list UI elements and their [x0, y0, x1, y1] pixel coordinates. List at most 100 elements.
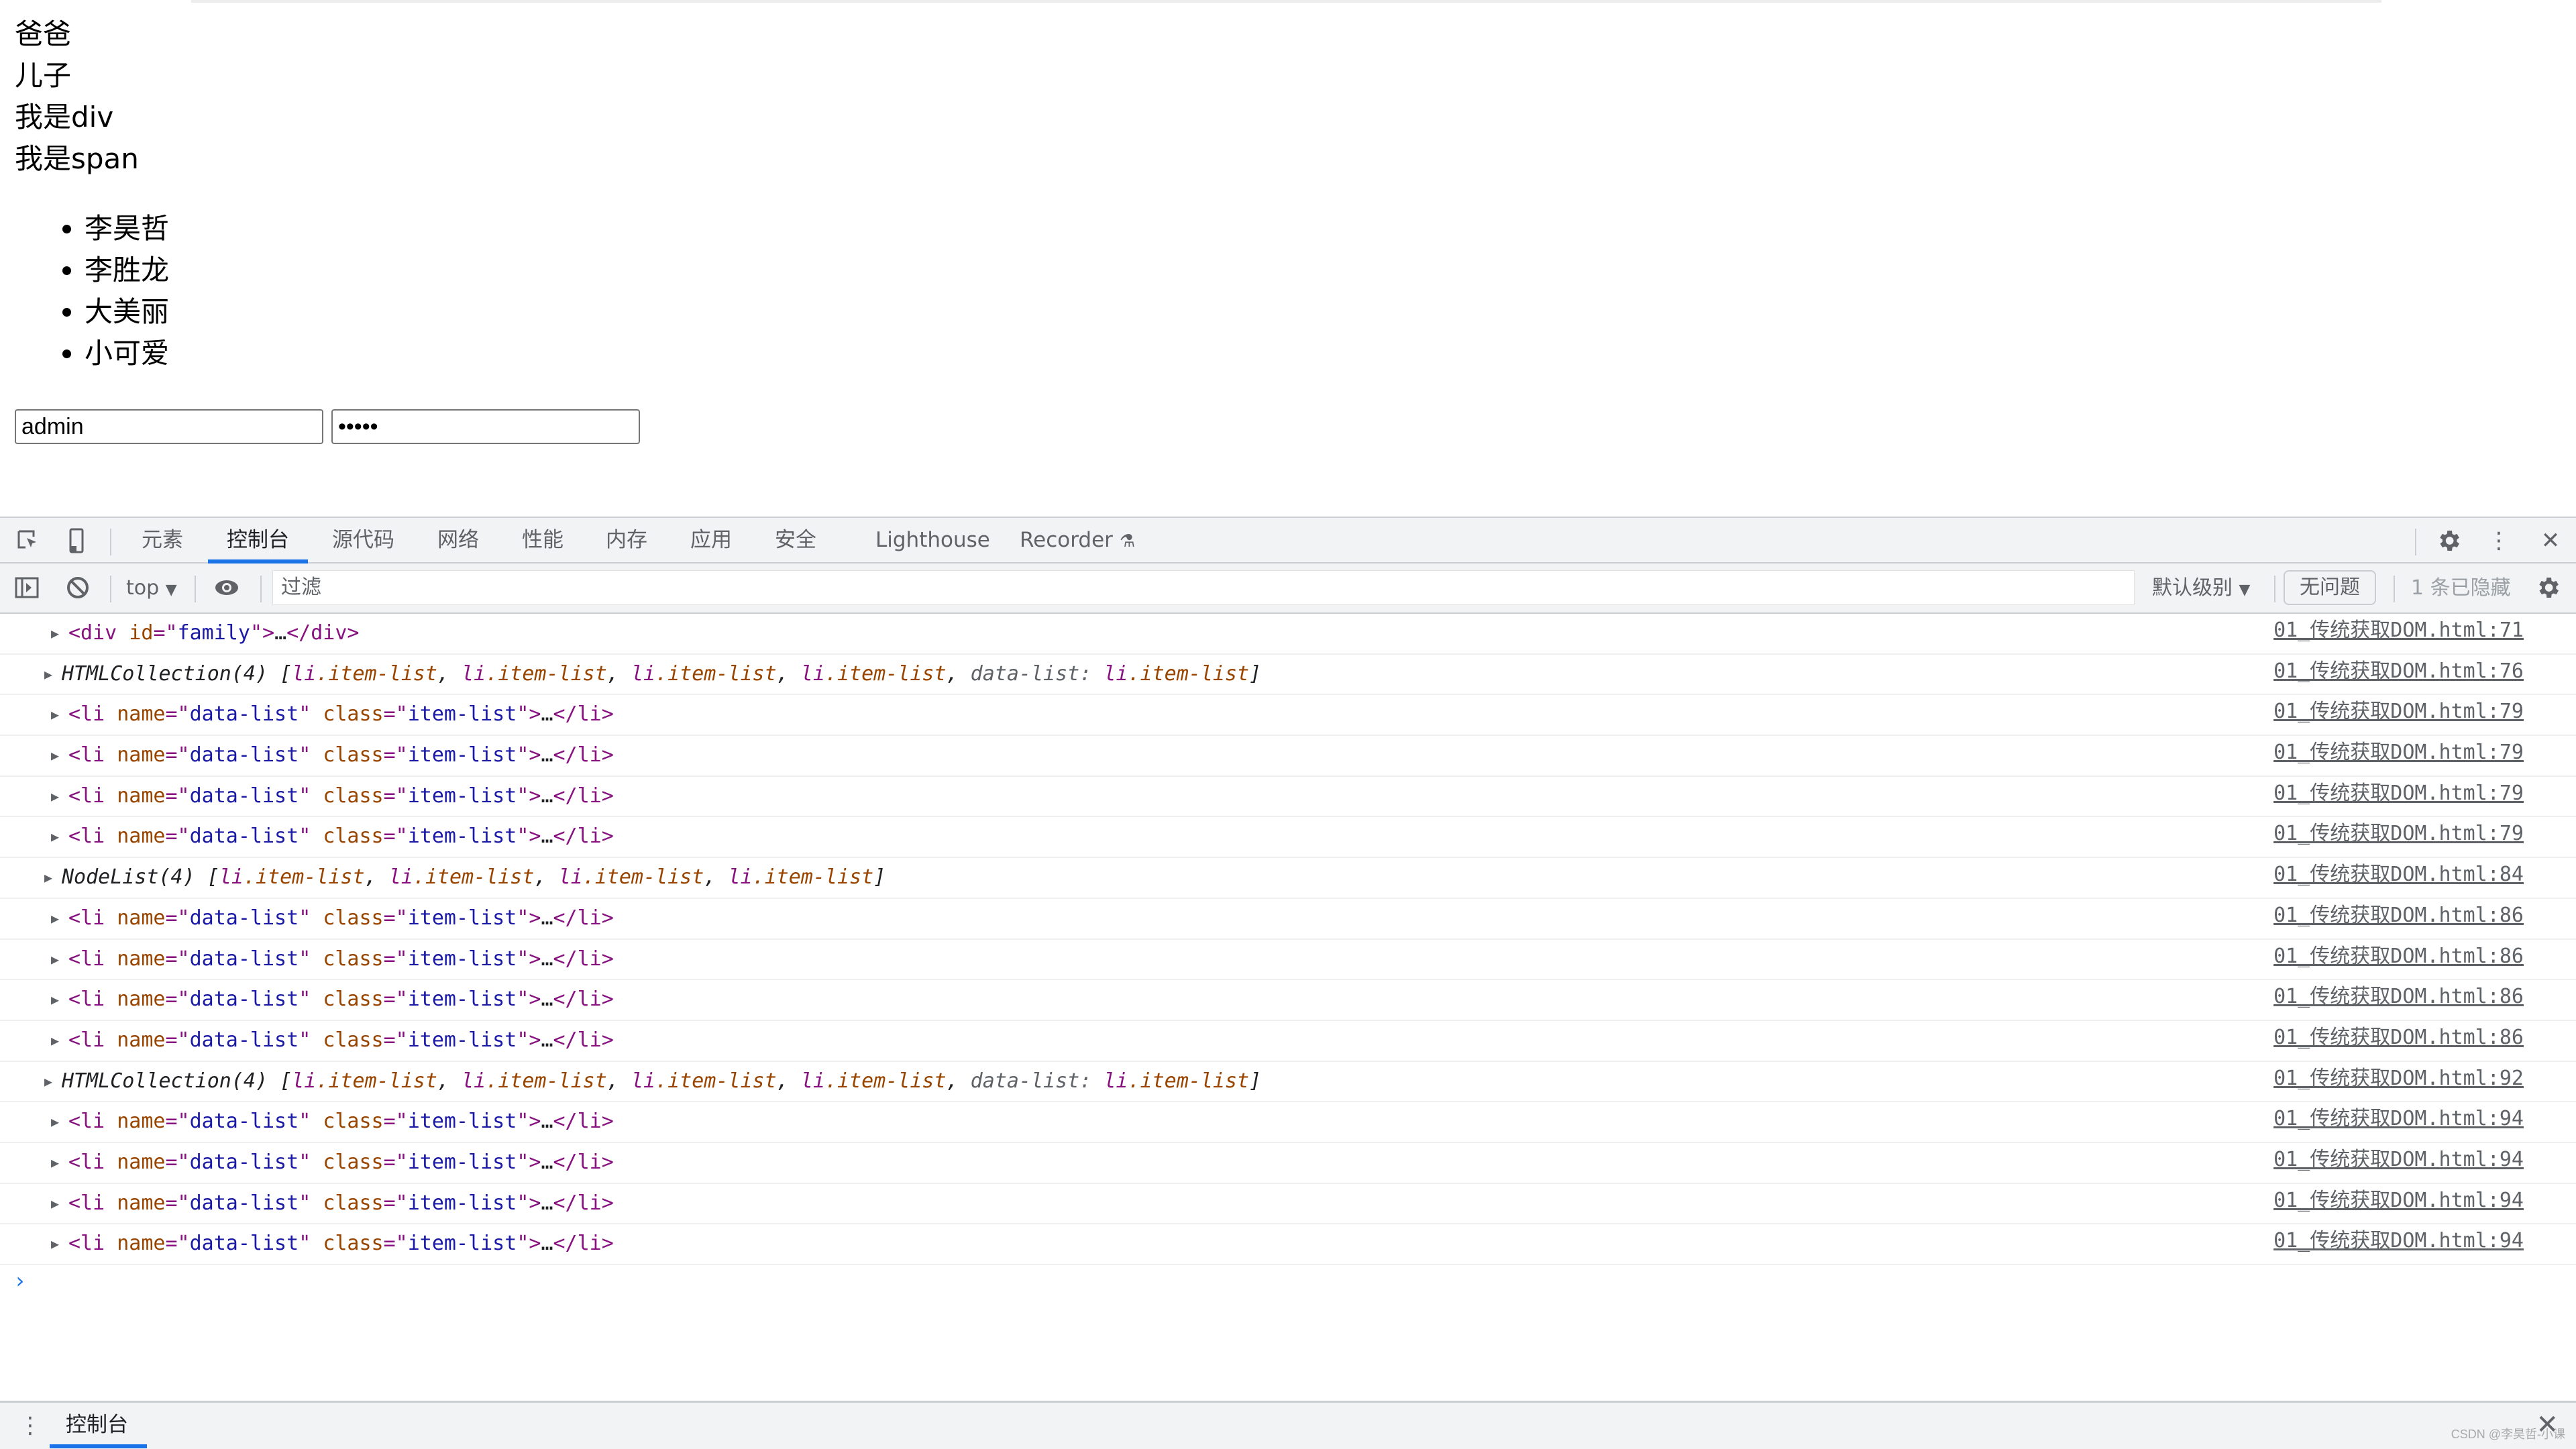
- item-class: .item-list: [413, 865, 535, 890]
- attr-name: class: [323, 1150, 384, 1174]
- source-link[interactable]: 01_传统获取DOM.html:71: [2273, 611, 2524, 650]
- item-tag: li: [558, 865, 583, 890]
- attr-name: class: [323, 824, 384, 849]
- attr-value: data-list: [189, 1191, 299, 1215]
- item-class: .item-list: [655, 661, 777, 686]
- ellipsis: …: [541, 1150, 553, 1174]
- expand-triangle-icon[interactable]: ▶: [51, 940, 59, 979]
- context-selector[interactable]: top ▼: [126, 564, 177, 612]
- collection-prefix: HTMLCollection(4) [: [62, 661, 292, 686]
- expand-triangle-icon[interactable]: ▶: [51, 1143, 59, 1182]
- sidebar-toggle-icon[interactable]: [13, 574, 40, 601]
- console-message[interactable]: <li name="data-list" class="item-list">……: [68, 940, 614, 979]
- attr-value: data-list: [189, 906, 299, 930]
- expand-triangle-icon[interactable]: ▶: [51, 736, 59, 775]
- attr-quote: ": [517, 1232, 529, 1256]
- console-message[interactable]: NodeList(4) [li.item-list, li.item-list,…: [62, 858, 885, 897]
- console-message[interactable]: <li name="data-list" class="item-list">……: [68, 1021, 614, 1060]
- tab-recorder[interactable]: Recorder ⚗: [1020, 518, 1135, 562]
- source-link[interactable]: 01_传统获取DOM.html:94: [2273, 1099, 2524, 1138]
- item-tag: li: [728, 865, 753, 890]
- expand-triangle-icon[interactable]: ▶: [51, 980, 59, 1019]
- source-link[interactable]: 01_传统获取DOM.html:86: [2273, 937, 2524, 976]
- attr-value: data-list: [189, 947, 299, 971]
- console-prompt[interactable]: ›: [13, 1268, 26, 1293]
- expand-triangle-icon[interactable]: ▶: [44, 655, 52, 694]
- name-list: 李昊哲 李胜龙 大美丽 小可爱: [0, 208, 169, 374]
- password-input[interactable]: [331, 409, 640, 444]
- source-link[interactable]: 01_传统获取DOM.html:86: [2273, 1018, 2524, 1057]
- console-message[interactable]: <li name="data-list" class="item-list">……: [68, 1184, 614, 1223]
- expand-triangle-icon[interactable]: ▶: [44, 1062, 52, 1101]
- console-message[interactable]: <li name="data-list" class="item-list">……: [68, 695, 614, 734]
- tab-sources[interactable]: 源代码: [332, 518, 394, 562]
- expand-triangle-icon[interactable]: ▶: [51, 614, 59, 653]
- console-message[interactable]: <li name="data-list" class="item-list">……: [68, 777, 614, 816]
- console-row: ▶ <li name="data-list" class="item-list">…: [0, 980, 2576, 1021]
- ellipsis: …: [541, 1232, 553, 1256]
- console-settings-gear-icon[interactable]: [2534, 574, 2561, 601]
- expand-triangle-icon[interactable]: ▶: [51, 1021, 59, 1060]
- source-link[interactable]: 01_传统获取DOM.html:94: [2273, 1222, 2524, 1260]
- clear-console-icon[interactable]: [64, 574, 91, 601]
- console-message[interactable]: HTMLCollection(4) [li.item-list, li.item…: [62, 1062, 1261, 1101]
- issues-button[interactable]: 无问题: [2284, 570, 2376, 605]
- attr-value: item-list: [407, 987, 517, 1012]
- tab-console[interactable]: 控制台: [208, 518, 308, 564]
- expand-triangle-icon[interactable]: ▶: [51, 1184, 59, 1223]
- eye-icon[interactable]: [213, 574, 240, 601]
- tab-security[interactable]: 安全: [775, 518, 816, 562]
- attr-eq: =": [383, 947, 408, 971]
- ellipsis: …: [541, 743, 553, 767]
- close-icon[interactable]: ✕: [2537, 527, 2564, 554]
- source-link[interactable]: 01_传统获取DOM.html:94: [2273, 1181, 2524, 1220]
- expand-triangle-icon[interactable]: ▶: [51, 899, 59, 938]
- tag-open: <li: [68, 987, 105, 1012]
- source-link[interactable]: 01_传统获取DOM.html:92: [2273, 1059, 2524, 1098]
- console-message[interactable]: <li name="data-list" class="item-list">……: [68, 1224, 614, 1263]
- expand-triangle-icon[interactable]: ▶: [51, 695, 59, 734]
- console-message[interactable]: <li name="data-list" class="item-list">……: [68, 817, 614, 856]
- source-link[interactable]: 01_传统获取DOM.html:79: [2273, 774, 2524, 813]
- filter-input[interactable]: 过滤: [272, 570, 2135, 605]
- source-link[interactable]: 01_传统获取DOM.html:86: [2273, 977, 2524, 1016]
- attr-quote: ": [517, 906, 529, 930]
- console-message[interactable]: <div id="family">…</div>: [68, 614, 360, 653]
- drawer-tab-console[interactable]: 控制台: [50, 1403, 147, 1448]
- tab-elements[interactable]: 元素: [142, 518, 183, 562]
- attr-eq: =": [383, 743, 408, 767]
- drawer-menu-icon[interactable]: ⋮: [19, 1411, 42, 1440]
- expand-triangle-icon[interactable]: ▶: [51, 1102, 59, 1141]
- tab-application[interactable]: 应用: [690, 518, 732, 562]
- console-message[interactable]: <li name="data-list" class="item-list">……: [68, 980, 614, 1019]
- source-link[interactable]: 01_传统获取DOM.html:79: [2273, 733, 2524, 772]
- tab-network[interactable]: 网络: [437, 518, 479, 562]
- expand-triangle-icon[interactable]: ▶: [44, 858, 52, 897]
- source-link[interactable]: 01_传统获取DOM.html:94: [2273, 1140, 2524, 1179]
- device-toolbar-icon[interactable]: [63, 527, 90, 554]
- expand-triangle-icon[interactable]: ▶: [51, 777, 59, 816]
- tab-memory[interactable]: 内存: [606, 518, 647, 562]
- console-message[interactable]: <li name="data-list" class="item-list">……: [68, 736, 614, 775]
- expand-triangle-icon[interactable]: ▶: [51, 1224, 59, 1263]
- log-level-dropdown[interactable]: 默认级别 ▼: [2152, 564, 2250, 612]
- gear-icon[interactable]: [2435, 527, 2462, 554]
- source-link[interactable]: 01_传统获取DOM.html:76: [2273, 652, 2524, 691]
- source-link[interactable]: 01_传统获取DOM.html:79: [2273, 692, 2524, 731]
- console-message[interactable]: <li name="data-list" class="item-list">……: [68, 1143, 614, 1182]
- username-input[interactable]: [15, 409, 323, 444]
- attr-name: name: [117, 987, 166, 1012]
- console-message[interactable]: <li name="data-list" class="item-list">……: [68, 1102, 614, 1141]
- tab-lighthouse[interactable]: Lighthouse: [875, 518, 990, 562]
- source-link[interactable]: 01_传统获取DOM.html:86: [2273, 896, 2524, 935]
- more-vertical-icon[interactable]: ⋮: [2485, 527, 2512, 554]
- attr-quote: ": [299, 947, 311, 971]
- tab-performance[interactable]: 性能: [522, 518, 564, 562]
- console-message[interactable]: <li name="data-list" class="item-list">……: [68, 899, 614, 938]
- source-link[interactable]: 01_传统获取DOM.html:79: [2273, 814, 2524, 853]
- inspect-element-icon[interactable]: [15, 527, 42, 554]
- expand-triangle-icon[interactable]: ▶: [51, 817, 59, 856]
- source-link[interactable]: 01_传统获取DOM.html:84: [2273, 855, 2524, 894]
- console-message[interactable]: HTMLCollection(4) [li.item-list, li.item…: [62, 655, 1261, 694]
- console-row: ▶ <div id="family">…</div> 01_传统获取DOM.html…: [0, 614, 2576, 655]
